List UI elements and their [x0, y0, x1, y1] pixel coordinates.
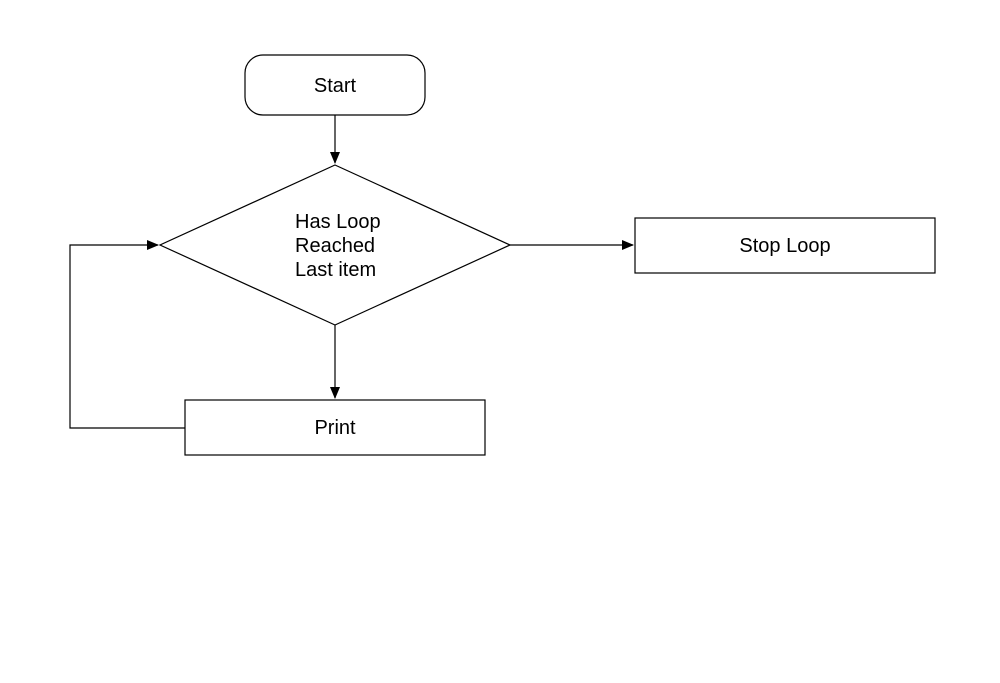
decision-line3: Last item	[295, 259, 376, 281]
print-label: Print	[314, 417, 356, 439]
node-start: Start	[245, 55, 425, 115]
node-print: Print	[185, 400, 485, 455]
start-label: Start	[314, 75, 357, 97]
decision-line2: Reached	[295, 235, 375, 257]
node-stop: Stop Loop	[635, 218, 935, 273]
edge-print-decision	[70, 245, 185, 428]
decision-line1: Has Loop	[295, 211, 381, 233]
stop-label: Stop Loop	[739, 235, 830, 257]
node-decision: Has Loop Reached Last item	[160, 165, 510, 325]
